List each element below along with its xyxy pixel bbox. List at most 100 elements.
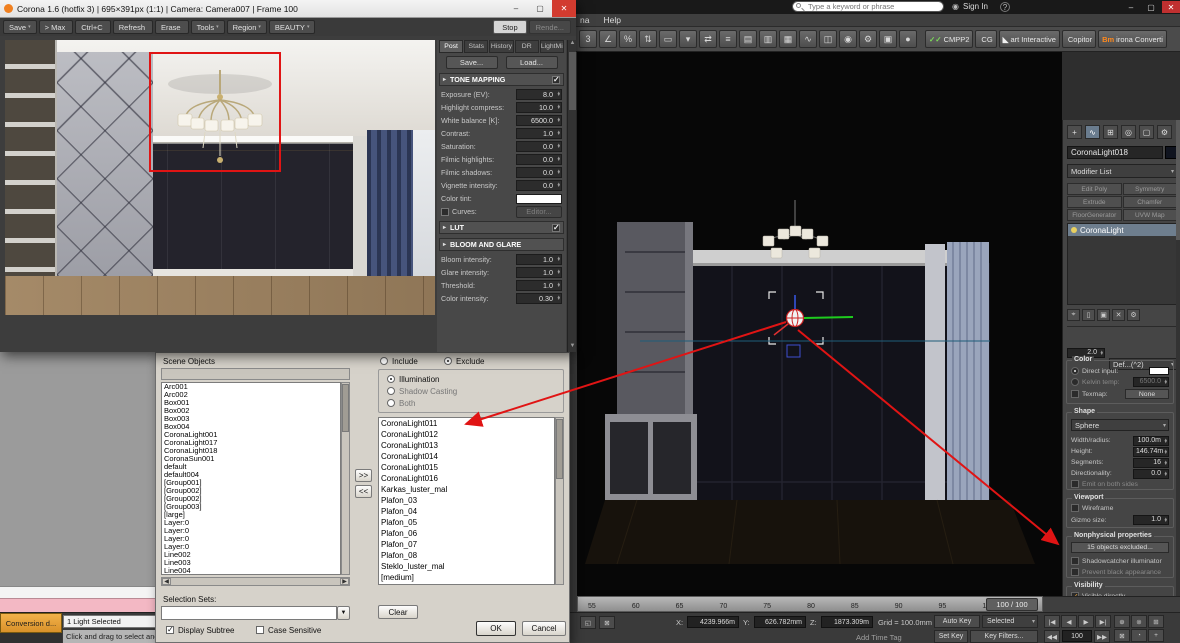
scene-object-item[interactable]: Layer:0 bbox=[162, 543, 340, 551]
menu-item-help[interactable]: Help bbox=[603, 15, 620, 26]
vfb-maximize-button[interactable]: ▢ bbox=[528, 0, 552, 17]
vfb-region-button[interactable]: Region ▾ bbox=[226, 20, 267, 34]
kelvin-radio[interactable] bbox=[1071, 378, 1079, 386]
exclude-objects-button[interactable]: 15 objects excluded... bbox=[1071, 542, 1169, 553]
close-button[interactable]: ✕ bbox=[1162, 1, 1180, 13]
lut-checkbox[interactable] bbox=[552, 223, 560, 232]
modifier-preset-button[interactable]: Edit Poly bbox=[1067, 183, 1122, 195]
vfb-field-spinner[interactable]: 0.0 bbox=[516, 180, 562, 191]
vfb-copy-clipboard-button[interactable]: Ctrl+C bbox=[75, 20, 111, 34]
excluded-objects-list[interactable]: CoronaLight011 CoronaLight012 CoronaLight0… bbox=[378, 417, 555, 585]
stack-item-coronalight[interactable]: CoronaLight bbox=[1068, 224, 1176, 236]
vfb-minimize-button[interactable]: – bbox=[504, 0, 528, 17]
vfb-load-settings-button[interactable]: Load... bbox=[505, 56, 558, 69]
panel-scrollbar[interactable] bbox=[1176, 120, 1180, 643]
vfb-stop-button[interactable]: Stop bbox=[493, 20, 527, 34]
exclude-radio[interactable] bbox=[444, 357, 452, 365]
scroll-down-icon[interactable]: ▼ bbox=[568, 343, 577, 352]
vfb-field-spinner[interactable]: 0.30 bbox=[516, 293, 562, 304]
excluded-object-item[interactable]: CoronaLight011 bbox=[379, 418, 554, 429]
clear-button[interactable]: Clear bbox=[378, 605, 418, 619]
illumination-radio[interactable] bbox=[387, 375, 395, 383]
go-to-end-icon[interactable]: ▶| bbox=[1095, 615, 1111, 628]
excluded-object-item[interactable]: CoronaLight015 bbox=[379, 462, 554, 473]
vfb-tab[interactable]: Stats bbox=[464, 40, 489, 53]
texmap-none-button[interactable]: None bbox=[1125, 389, 1169, 399]
selection-sets-arrow-icon[interactable]: ▼ bbox=[337, 606, 350, 620]
texmap-checkbox[interactable] bbox=[1071, 390, 1079, 398]
cancel-button[interactable]: Cancel bbox=[522, 621, 566, 636]
kelvin-spinner[interactable]: 6500.0 bbox=[1133, 377, 1169, 387]
excluded-object-item[interactable]: Plafon_06 bbox=[379, 528, 554, 539]
excluded-object-item[interactable]: CoronaLight014 bbox=[379, 451, 554, 462]
coord-z-field[interactable]: 1873.309m bbox=[821, 616, 873, 628]
both-radio[interactable] bbox=[387, 399, 395, 407]
snaps-toggle-icon[interactable]: 3 bbox=[579, 30, 597, 48]
auto-key-button[interactable]: Auto Key bbox=[934, 615, 980, 628]
excluded-object-item[interactable]: Karkas_luster_mal bbox=[379, 484, 554, 495]
scroll-left-icon[interactable]: ◀ bbox=[162, 578, 171, 585]
vfb-save-button[interactable]: Save ▾ bbox=[3, 20, 37, 34]
scene-object-item[interactable]: CoronaSun001 bbox=[162, 455, 340, 463]
zoom-extents-icon[interactable]: ⊞ bbox=[1148, 615, 1164, 628]
ok-button[interactable]: OK bbox=[476, 621, 516, 636]
display-tab-icon[interactable]: ▢ bbox=[1139, 125, 1154, 139]
selection-lock-icon[interactable]: ⊠ bbox=[599, 616, 615, 629]
motion-tab-icon[interactable]: ◎ bbox=[1121, 125, 1136, 139]
case-sensitive-checkbox[interactable] bbox=[256, 626, 264, 634]
angle-snap-icon[interactable]: ∠ bbox=[599, 30, 617, 48]
render-production-icon[interactable]: ● bbox=[899, 30, 917, 48]
zoom-icon[interactable]: ⊕ bbox=[1114, 615, 1130, 628]
move-right-button[interactable]: >> bbox=[355, 469, 372, 482]
scene-object-item[interactable]: [large] bbox=[162, 511, 340, 519]
lut-header[interactable]: ▸ LUT bbox=[439, 221, 564, 234]
minimize-button[interactable]: – bbox=[1122, 1, 1140, 13]
camera-viewport[interactable] bbox=[577, 52, 1062, 598]
excluded-object-item[interactable]: Plafon_05 bbox=[379, 517, 554, 528]
light-color-swatch[interactable] bbox=[1149, 367, 1169, 375]
tone-mapping-checkbox[interactable] bbox=[552, 75, 560, 84]
modify-tab-icon[interactable]: ∿ bbox=[1085, 125, 1100, 139]
modifier-preset-button[interactable]: Symmetry bbox=[1122, 183, 1177, 195]
toolbar-script-button[interactable]: Bm irona Converti bbox=[1098, 30, 1167, 48]
shape-type-dropdown[interactable]: Sphere bbox=[1071, 419, 1169, 431]
material-editor-icon[interactable]: ◉ bbox=[839, 30, 857, 48]
make-unique-icon[interactable]: ▣ bbox=[1097, 309, 1110, 321]
zoom-all-icon[interactable]: ⊚ bbox=[1131, 615, 1147, 628]
scene-object-item[interactable]: [Group001] bbox=[162, 479, 340, 487]
play-icon[interactable]: ▶ bbox=[1078, 615, 1094, 628]
percent-snap-icon[interactable]: % bbox=[619, 30, 637, 48]
maxscript-listener-pink[interactable] bbox=[0, 598, 155, 612]
scroll-right-icon[interactable]: ▶ bbox=[340, 578, 349, 585]
go-to-start-icon[interactable]: |◀ bbox=[1044, 615, 1060, 628]
spinner-snap-icon[interactable]: ⇅ bbox=[639, 30, 657, 48]
excluded-object-item[interactable]: [medium] bbox=[379, 572, 554, 583]
render-setup-icon[interactable]: ⚙ bbox=[859, 30, 877, 48]
vfb-field-spinner[interactable]: 0.0 bbox=[516, 167, 562, 178]
vfb-erase-button[interactable]: Erase bbox=[155, 20, 189, 34]
previous-frame-icon[interactable]: ◀◀ bbox=[1044, 630, 1060, 643]
maxscript-listener-white[interactable] bbox=[0, 586, 155, 598]
menu-item[interactable]: na bbox=[580, 15, 589, 26]
param-spinner[interactable]: 0.0 bbox=[1133, 468, 1169, 479]
scene-object-item[interactable]: Layer:0 bbox=[162, 535, 340, 543]
excluded-object-item[interactable]: Plafon_04 bbox=[379, 506, 554, 517]
vfb-save-settings-button[interactable]: Save... bbox=[445, 56, 498, 69]
utilities-tab-icon[interactable]: ⚙ bbox=[1157, 125, 1172, 139]
time-slider[interactable]: 100 / 100 bbox=[986, 598, 1038, 611]
modifier-list-dropdown[interactable]: Modifier List bbox=[1067, 164, 1177, 178]
curve-editor-icon[interactable]: ∿ bbox=[799, 30, 817, 48]
vfb-tab[interactable]: LightMix bbox=[539, 40, 565, 53]
isolate-selection-icon[interactable]: ◱ bbox=[580, 616, 596, 629]
vfb-panel-scrollbar[interactable]: ▲ ▼ bbox=[567, 40, 576, 352]
vfb-tab[interactable]: DR bbox=[514, 40, 539, 53]
conversion-script-button[interactable]: Conversion d... bbox=[0, 613, 62, 633]
curves-editor-button[interactable]: Editor... bbox=[516, 205, 562, 218]
mirror-icon[interactable]: ⇄ bbox=[699, 30, 717, 48]
scene-object-item[interactable]: CoronaLight018 bbox=[162, 447, 340, 455]
set-key-button[interactable]: Set Key bbox=[934, 630, 968, 643]
left-list-scrollbar[interactable] bbox=[341, 382, 350, 575]
scene-object-item[interactable]: [Group002] bbox=[162, 487, 340, 495]
scene-object-item[interactable]: [Group003] bbox=[162, 503, 340, 511]
vfb-field-spinner[interactable]: 1.0 bbox=[516, 128, 562, 139]
